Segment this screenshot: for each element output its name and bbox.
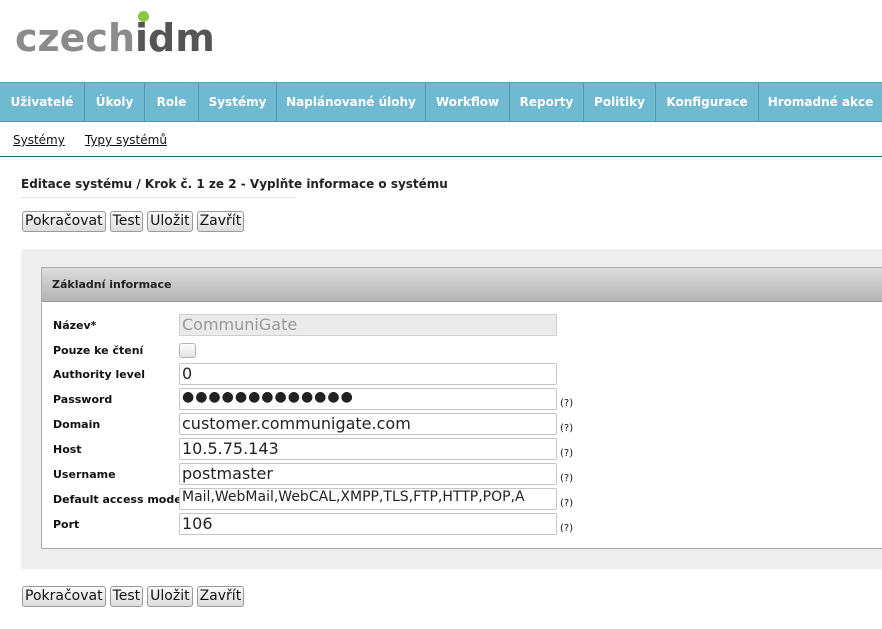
form-panel: Základní informace Název* CommuniGate Po… — [21, 249, 882, 569]
subnav-item-system-types[interactable]: Typy systémů — [85, 133, 167, 147]
default-access-modes-help-icon[interactable]: (?) — [560, 498, 573, 509]
authority-level-field[interactable]: 0 — [179, 363, 557, 385]
name-field: CommuniGate — [179, 314, 557, 336]
username-label: Username — [53, 467, 116, 481]
subnav-divider — [0, 156, 882, 157]
test-button-bottom[interactable]: Test — [109, 586, 144, 607]
read-only-checkbox[interactable] — [179, 342, 196, 358]
row-host: Host 10.5.75.143 (?) — [53, 438, 573, 460]
nav-item-users[interactable]: Uživatelé — [0, 83, 85, 121]
nav-item-reports[interactable]: Reporty — [510, 83, 584, 121]
username-help-icon[interactable]: (?) — [560, 473, 573, 484]
nav-item-roles[interactable]: Role — [145, 83, 199, 121]
domain-help-icon[interactable]: (?) — [560, 423, 573, 434]
nav-item-workflow[interactable]: Workflow — [426, 83, 510, 121]
save-button-bottom[interactable]: Uložit — [147, 586, 193, 607]
logo-text: czechidm — [15, 16, 215, 60]
continue-button-bottom[interactable]: Pokračovat — [22, 586, 106, 607]
host-label: Host — [53, 442, 82, 456]
password-label: Password — [53, 392, 113, 406]
close-button[interactable]: Zavřít — [196, 211, 245, 232]
sub-navigation: Systémy Typy systémů — [13, 133, 187, 147]
row-port: Port 106 (?) — [53, 513, 573, 535]
subnav-item-systems[interactable]: Systémy — [13, 133, 65, 147]
title-divider — [21, 197, 296, 198]
read-only-label: Pouze ke čtení — [53, 343, 144, 357]
port-field[interactable]: 106 — [179, 513, 557, 535]
authority-level-label: Authority level — [53, 367, 146, 381]
row-authority-level: Authority level 0 — [53, 363, 557, 385]
close-button-bottom[interactable]: Zavřít — [196, 586, 245, 607]
top-button-bar: Pokračovat Test Uložit Zavřít — [22, 211, 245, 232]
nav-item-bulk-actions[interactable]: Hromadné akce — [759, 83, 882, 121]
basic-info-section: Základní informace Název* CommuniGate Po… — [41, 267, 882, 549]
nav-item-tasks[interactable]: Úkoly — [85, 83, 145, 121]
password-field[interactable]: ●●●●●●●●●●●●● — [179, 388, 557, 410]
password-help-icon[interactable]: (?) — [560, 398, 573, 409]
logo-dot-icon — [138, 11, 149, 22]
username-field[interactable]: postmaster — [179, 463, 557, 485]
host-help-icon[interactable]: (?) — [560, 448, 573, 459]
nav-item-policies[interactable]: Politiky — [584, 83, 656, 121]
domain-field[interactable]: customer.communigate.com — [179, 413, 557, 435]
row-password: Password ●●●●●●●●●●●●● (?) — [53, 388, 573, 410]
test-button[interactable]: Test — [109, 211, 144, 232]
section-header: Základní informace — [42, 268, 882, 302]
logo-part-czech: czech — [15, 16, 135, 60]
name-label: Název* — [53, 318, 97, 332]
nav-item-scheduled-tasks[interactable]: Naplánované úlohy — [277, 83, 426, 121]
row-domain: Domain customer.communigate.com (?) — [53, 413, 573, 435]
nav-item-configuration[interactable]: Konfigurace — [656, 83, 759, 121]
host-field[interactable]: 10.5.75.143 — [179, 438, 557, 460]
page-title: Editace systému / Krok č. 1 ze 2 - Vyplň… — [21, 177, 448, 191]
default-access-modes-label: Default access modes — [53, 492, 189, 506]
port-label: Port — [53, 517, 80, 531]
save-button[interactable]: Uložit — [147, 211, 193, 232]
continue-button[interactable]: Pokračovat — [22, 211, 106, 232]
bottom-button-bar: Pokračovat Test Uložit Zavřít — [22, 586, 245, 607]
row-name: Název* CommuniGate — [53, 314, 557, 336]
default-access-modes-field[interactable]: Mail,WebMail,WebCAL,XMPP,TLS,FTP,HTTP,PO… — [179, 488, 557, 510]
row-read-only: Pouze ke čtení — [53, 339, 196, 361]
nav-item-systems[interactable]: Systémy — [199, 83, 277, 121]
domain-label: Domain — [53, 417, 101, 431]
row-default-access-modes: Default access modes Mail,WebMail,WebCAL… — [53, 488, 573, 510]
row-username: Username postmaster (?) — [53, 463, 573, 485]
main-navigation: Uživatelé Úkoly Role Systémy Naplánované… — [0, 82, 882, 122]
logo-part-idm: idm — [135, 16, 215, 60]
port-help-icon[interactable]: (?) — [560, 523, 573, 534]
